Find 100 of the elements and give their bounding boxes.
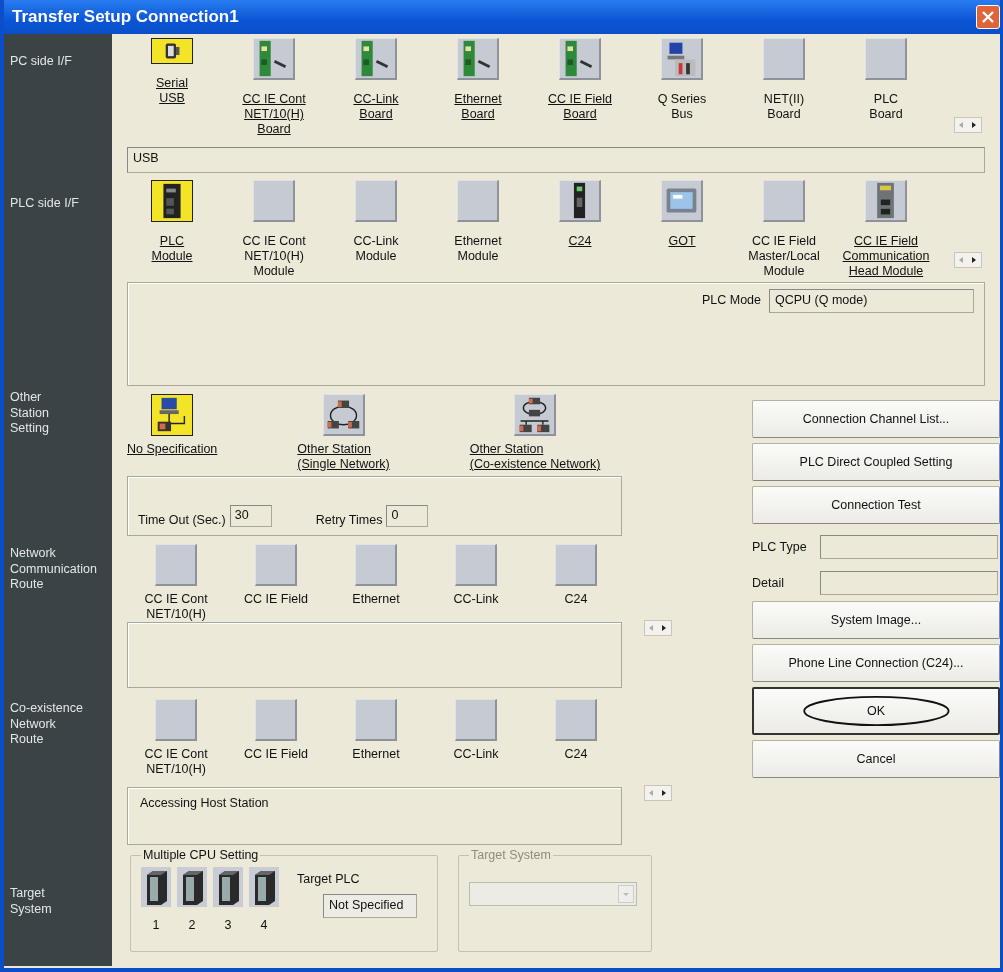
option-label[interactable]: Other Station (Single Network)	[297, 442, 390, 472]
option-label[interactable]: Q Series Bus	[657, 92, 707, 122]
timeout-field[interactable]: 30	[229, 505, 272, 527]
option-label[interactable]: C24	[568, 234, 592, 249]
dialog-button[interactable]: Connection Channel List...	[752, 400, 1000, 438]
section-label: Target System	[9, 885, 53, 918]
server-tower-icon[interactable]	[213, 866, 243, 908]
blank-tile-icon[interactable]	[155, 544, 197, 586]
option-label[interactable]: No Specification	[127, 442, 218, 457]
info-field[interactable]	[820, 535, 998, 559]
field-label: Target PLC	[297, 872, 361, 886]
section-label: Co-existence Network Route	[9, 700, 84, 749]
plc-module-icon[interactable]	[151, 180, 193, 222]
option-label[interactable]: CC IE Cont NET/10(H) Board	[242, 92, 306, 137]
computer-rack-icon[interactable]	[661, 38, 703, 80]
scroll-buttons[interactable]	[644, 785, 672, 801]
dialog-button[interactable]: OK	[752, 687, 1000, 735]
field-label: Retry Times	[315, 513, 383, 527]
option-label[interactable]: NET(II) Board	[763, 92, 805, 122]
blank-tile-icon[interactable]	[155, 699, 197, 741]
option-label[interactable]: CC-Link Module	[353, 234, 399, 264]
field-label: PLC Type	[752, 540, 808, 554]
option-label[interactable]: Other Station (Co-existence Network)	[469, 442, 601, 472]
dialog-button[interactable]: Phone Line Connection (C24)...	[752, 644, 1000, 682]
group-title: Multiple CPU Setting	[142, 848, 260, 862]
blank-tile-icon[interactable]	[865, 38, 907, 80]
blank-tile-icon[interactable]	[355, 180, 397, 222]
blank-tile-icon[interactable]	[355, 544, 397, 586]
option-label[interactable]: Serial USB	[156, 76, 188, 106]
blank-tile-icon[interactable]	[763, 38, 805, 80]
section-label: PC side I/F	[9, 53, 73, 70]
circuit-board-icon[interactable]	[253, 38, 295, 80]
option-label[interactable]: CC IE Field Master/Local Module	[748, 234, 820, 279]
server-tower-icon[interactable]	[177, 866, 207, 908]
cpu-number: 4	[260, 918, 268, 932]
option-label[interactable]: Ethernet Board	[454, 92, 502, 122]
blank-tile-icon[interactable]	[255, 699, 297, 741]
scroll-buttons[interactable]	[644, 620, 672, 636]
option-label[interactable]: Ethernet	[352, 592, 400, 607]
dialog-button[interactable]: System Image...	[752, 601, 1000, 639]
option-label[interactable]: CC IE Cont NET/10(H) Module	[242, 234, 306, 279]
option-label[interactable]: PLC Board	[869, 92, 903, 122]
group-title: Target System	[470, 848, 552, 862]
cpu-number: 2	[188, 918, 196, 932]
option-label[interactable]: Ethernet Module	[454, 234, 502, 264]
option-label[interactable]: PLC Module	[151, 234, 193, 264]
cpu-number: 1	[152, 918, 160, 932]
server-tower-icon[interactable]	[249, 866, 279, 908]
option-label[interactable]: CC-Link	[453, 592, 499, 607]
section-label: PLC side I/F	[9, 195, 80, 212]
module-icon[interactable]	[559, 180, 601, 222]
blank-tile-icon[interactable]	[455, 544, 497, 586]
scroll-buttons[interactable]	[954, 117, 982, 133]
blank-tile-icon[interactable]	[255, 544, 297, 586]
section-label: Network Communication Route	[9, 545, 98, 594]
window-title: Transfer Setup Connection1	[12, 7, 239, 27]
field-label: Time Out (Sec.)	[138, 513, 226, 527]
close-button[interactable]	[976, 5, 1000, 29]
option-label[interactable]: CC IE Field	[244, 747, 308, 762]
field-label: PLC Mode	[701, 292, 761, 307]
option-label[interactable]: CC-Link	[453, 747, 499, 762]
dialog-button[interactable]: PLC Direct Coupled Setting	[752, 443, 1000, 481]
blank-tile-icon[interactable]	[455, 699, 497, 741]
network-icon[interactable]	[514, 394, 556, 436]
computer-icon[interactable]	[151, 394, 194, 436]
retry-field[interactable]: 0	[386, 505, 429, 527]
info-field[interactable]	[820, 571, 998, 595]
touch-panel-icon[interactable]	[661, 180, 703, 222]
circuit-board-icon[interactable]	[559, 38, 601, 80]
circuit-board-icon[interactable]	[355, 38, 397, 80]
plc-mode-field[interactable]: QCPU (Q mode)	[769, 289, 974, 313]
cpu-number: 3	[224, 918, 232, 932]
option-label[interactable]: GOT	[668, 234, 696, 249]
connector-icon[interactable]	[151, 38, 193, 64]
panel-text: Accessing Host Station	[140, 796, 269, 810]
dialog-button[interactable]: Cancel	[752, 740, 1000, 778]
option-label[interactable]: C24	[564, 592, 588, 607]
option-label[interactable]: CC IE Cont NET/10(H)	[144, 747, 208, 777]
scroll-buttons[interactable]	[954, 252, 982, 268]
server-tower-icon[interactable]	[141, 866, 171, 908]
option-label[interactable]: Ethernet	[352, 747, 400, 762]
blank-tile-icon[interactable]	[253, 180, 295, 222]
field-label: Detail	[752, 576, 785, 590]
option-label[interactable]: CC IE Field Board	[548, 92, 612, 122]
dialog-button[interactable]: Connection Test	[752, 486, 1000, 524]
option-label[interactable]: CC-Link Board	[353, 92, 399, 122]
option-label[interactable]: CC IE Field Communication Head Module	[842, 234, 930, 279]
io-module-icon[interactable]	[865, 180, 907, 222]
blank-tile-icon[interactable]	[457, 180, 499, 222]
blank-tile-icon[interactable]	[555, 699, 597, 741]
interface-field[interactable]: USB	[127, 147, 985, 173]
option-label[interactable]: C24	[564, 747, 588, 762]
blank-tile-icon[interactable]	[555, 544, 597, 586]
circuit-board-icon[interactable]	[457, 38, 499, 80]
blank-tile-icon[interactable]	[355, 699, 397, 741]
close-icon	[981, 10, 995, 24]
option-label[interactable]: CC IE Cont NET/10(H)	[144, 592, 208, 622]
blank-tile-icon[interactable]	[763, 180, 805, 222]
option-label[interactable]: CC IE Field	[244, 592, 308, 607]
network-icon[interactable]	[322, 394, 365, 436]
